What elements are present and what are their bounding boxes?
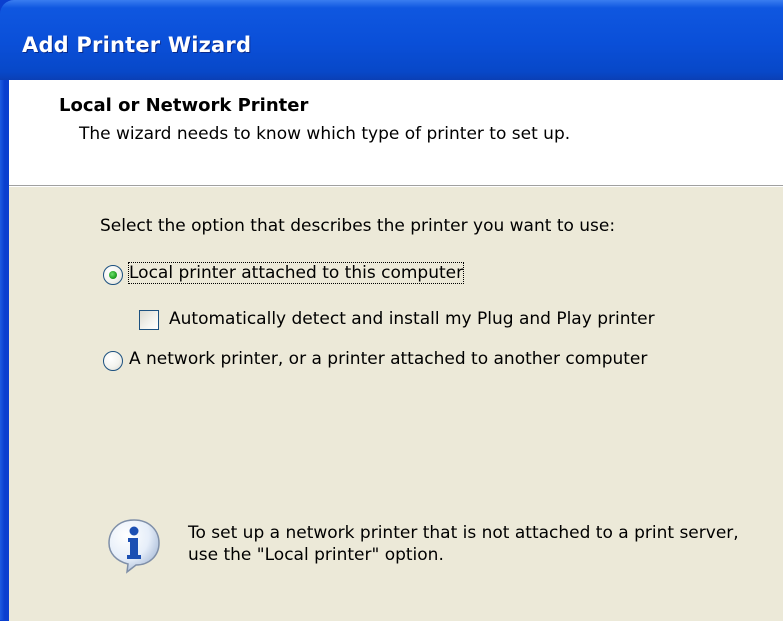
auto-detect-checkbox[interactable]: [139, 310, 159, 330]
info-icon: [108, 519, 160, 574]
window-title: Add Printer Wizard: [22, 33, 252, 57]
local-printer-radio[interactable]: [103, 265, 123, 285]
title-bar[interactable]: Add Printer Wizard: [0, 0, 783, 80]
network-printer-label[interactable]: A network printer, or a printer attached…: [129, 349, 647, 369]
page-subtitle: The wizard needs to know which type of p…: [79, 124, 571, 144]
info-text: To set up a network printer that is not …: [188, 522, 739, 566]
info-line-2: use the "Local printer" option.: [188, 545, 444, 565]
wizard-window: Add Printer Wizard Local or Network Prin…: [0, 0, 783, 621]
page-title: Local or Network Printer: [59, 95, 309, 116]
local-printer-label[interactable]: Local printer attached to this computer: [127, 262, 465, 284]
window-border: [0, 80, 9, 620]
selection-prompt: Select the option that describes the pri…: [100, 216, 616, 236]
wizard-header: Local or Network Printer The wizard need…: [9, 80, 783, 186]
network-printer-radio[interactable]: [103, 351, 123, 371]
auto-detect-label[interactable]: Automatically detect and install my Plug…: [169, 309, 655, 329]
radio-selected-dot: [109, 271, 117, 279]
info-line-1: To set up a network printer that is not …: [188, 523, 739, 543]
